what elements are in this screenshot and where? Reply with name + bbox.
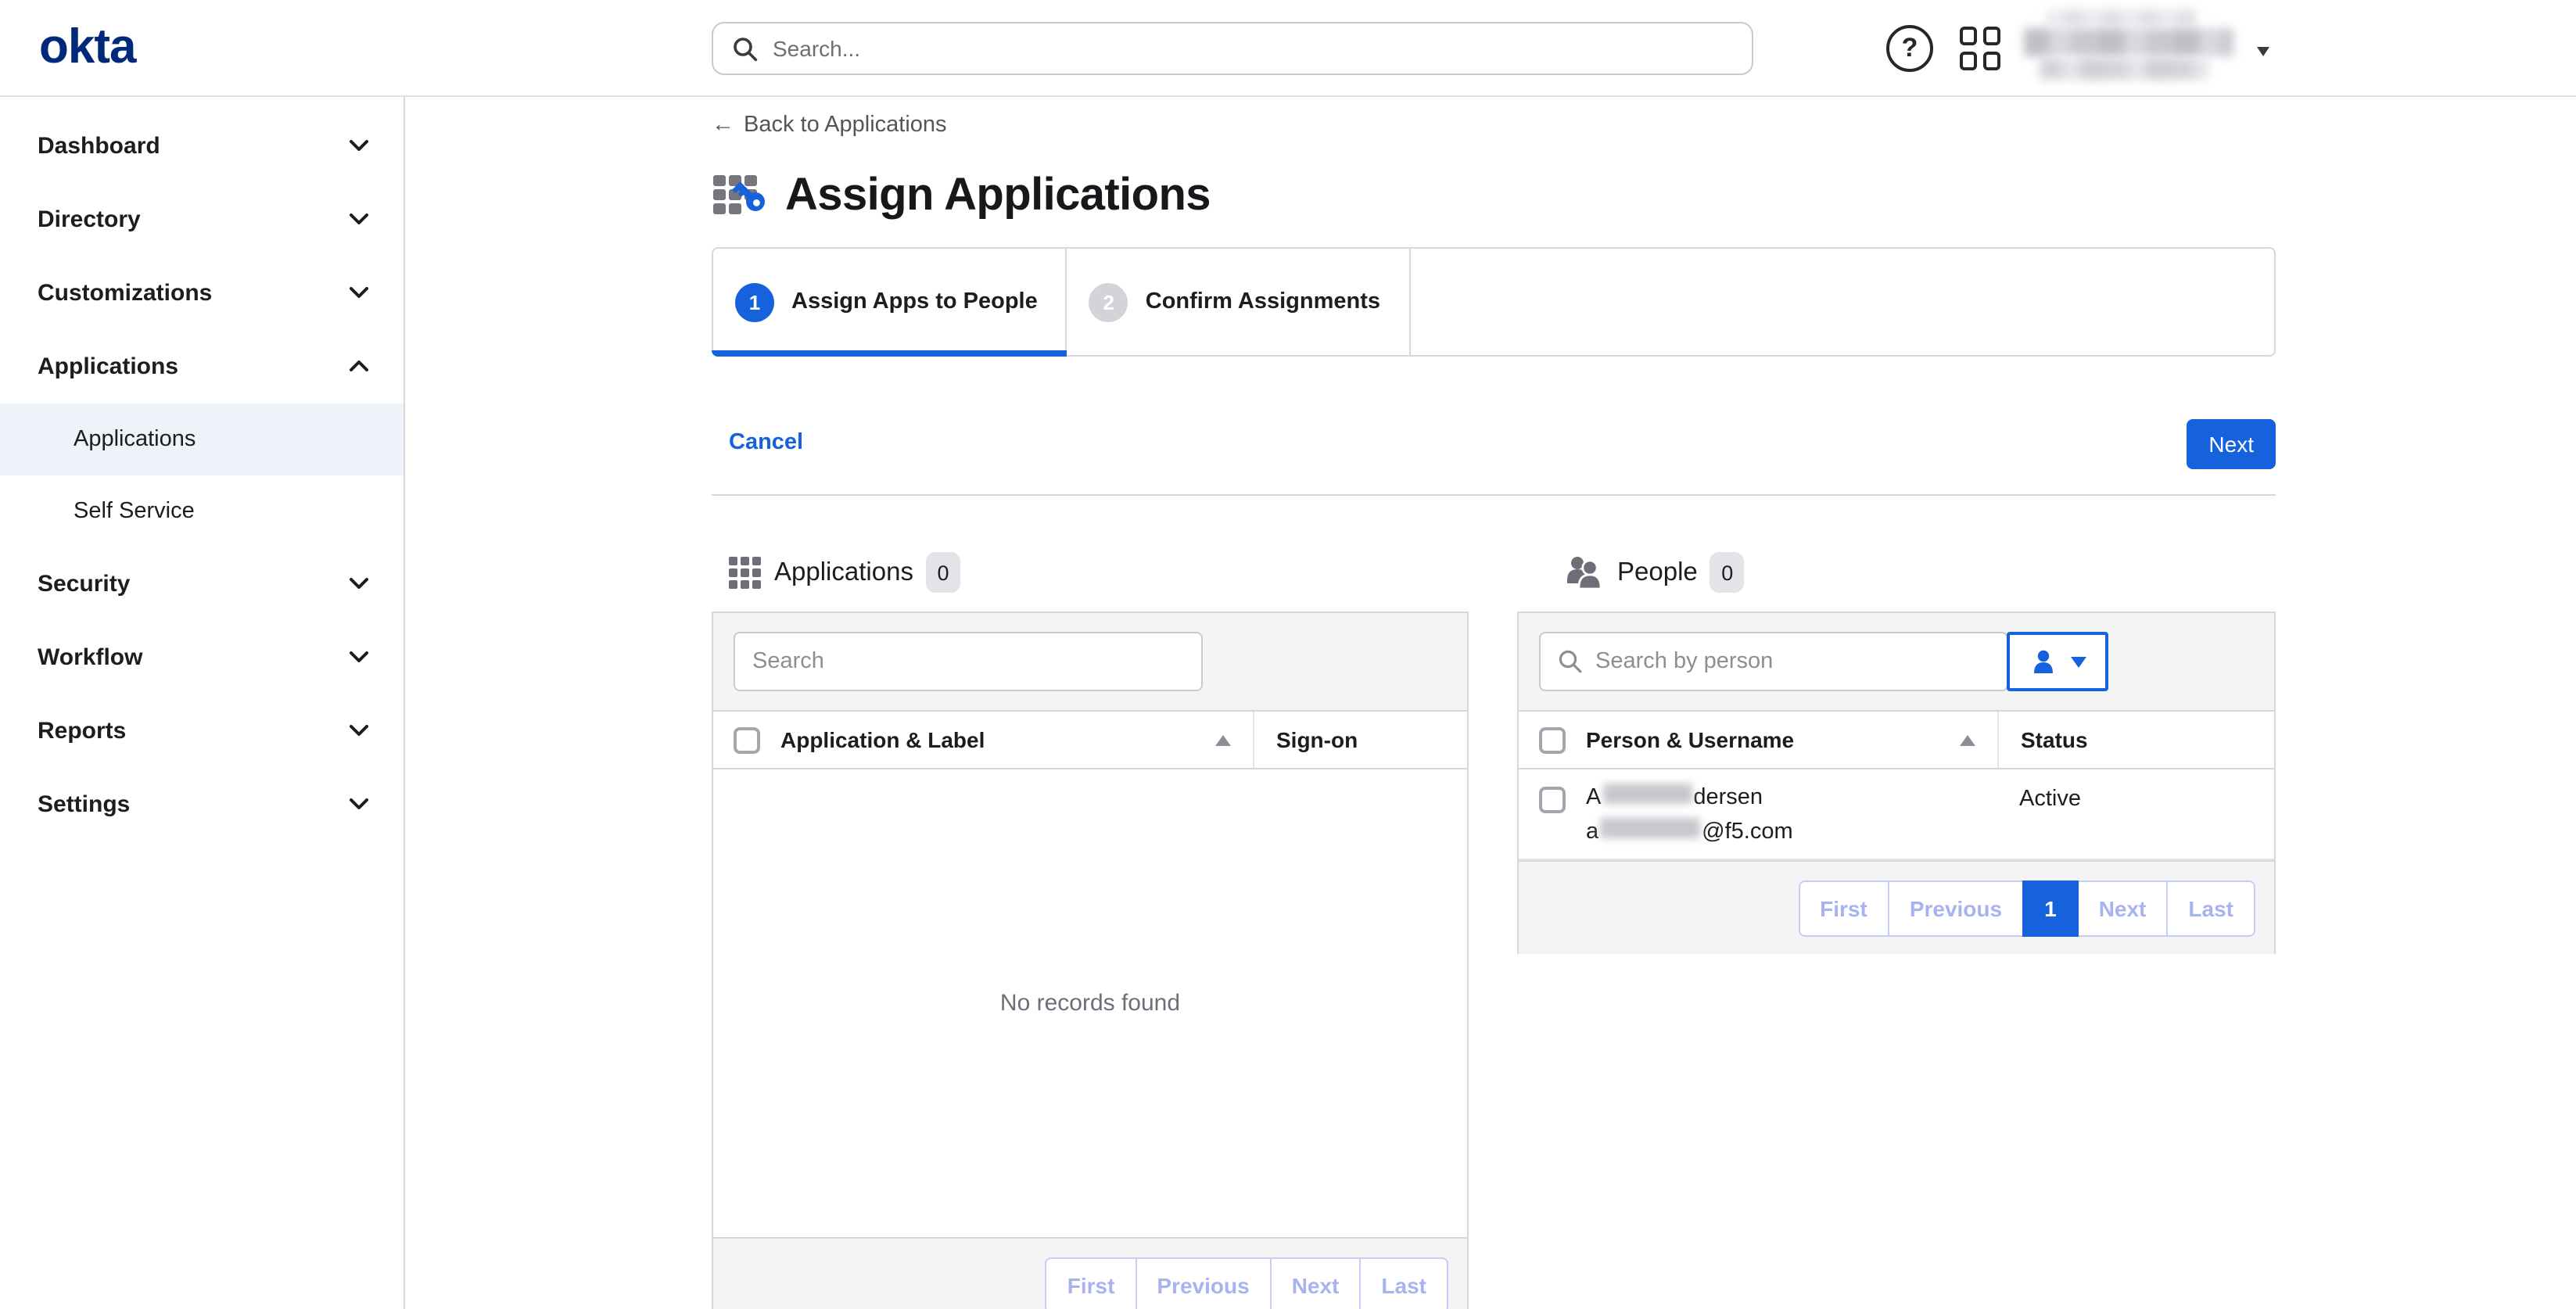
wizard-steps: 1 Assign Apps to People 2 Confirm Assign… (712, 247, 2276, 357)
okta-admin-screen: okta ? Dashboard Directory (0, 0, 2576, 1309)
applications-grid-icon (729, 556, 762, 589)
pagination-last-button[interactable]: Last (2166, 880, 2255, 937)
okta-logo: okta (39, 19, 136, 75)
applications-count-badge: 0 (926, 552, 960, 593)
next-button[interactable]: Next (2187, 419, 2276, 469)
chevron-down-icon (2070, 656, 2086, 667)
applications-empty-state: No records found (713, 769, 1467, 1237)
user-org-blurred (2040, 58, 2208, 80)
applications-panel-header: Applications 0 (729, 552, 960, 593)
person-icon (2029, 648, 2056, 675)
applications-search[interactable] (734, 632, 1203, 691)
pagination-next-button[interactable]: Next (2077, 880, 2169, 937)
sidebar-item-directory[interactable]: Directory (0, 183, 404, 256)
global-search-input[interactable] (773, 36, 1733, 61)
person-status: Active (1997, 769, 2274, 859)
sidebar-item-security[interactable]: Security (0, 547, 404, 621)
help-icon[interactable]: ? (1886, 25, 1933, 72)
assign-applications-icon (712, 167, 771, 224)
applications-table-footer: First Previous Next Last (713, 1237, 1467, 1309)
back-to-applications-link[interactable]: ← Back to Applications (712, 97, 947, 138)
applications-panel-title: Applications (774, 558, 913, 587)
people-panel: Person & Username Status Adersen (1517, 611, 2276, 954)
pagination-first-button[interactable]: First (1798, 880, 1889, 937)
sidebar-item-reports[interactable]: Reports (0, 694, 404, 768)
top-bar: okta ? (0, 0, 2576, 97)
people-search-input[interactable] (1595, 649, 1989, 674)
pagination-previous-button[interactable]: Previous (1135, 1257, 1271, 1309)
chevron-down-icon (349, 577, 369, 591)
select-all-people-checkbox[interactable] (1539, 726, 1566, 753)
page-title-row: Assign Applications (712, 167, 2276, 224)
assignment-panels: Applications 0 Peo (712, 496, 2276, 1309)
chevron-down-icon (349, 139, 369, 153)
chevron-down-icon (349, 651, 369, 665)
person-username: a@f5.com (1586, 815, 1997, 849)
page-title: Assign Applications (785, 170, 1211, 221)
people-panel-header: People 0 (1566, 552, 1745, 593)
blurred-text (1600, 818, 1700, 838)
application-label-column-header[interactable]: Application & Label (780, 727, 1253, 752)
step-assign-apps-to-people[interactable]: 1 Assign Apps to People (713, 249, 1067, 355)
user-account-menu[interactable] (2018, 6, 2271, 91)
pagination-previous-button[interactable]: Previous (1888, 880, 2024, 937)
sidebar-item-customizations[interactable]: Customizations (0, 256, 404, 330)
search-icon (732, 35, 759, 62)
sort-ascending-icon (1960, 734, 1975, 745)
sidebar-item-self-service[interactable]: Self Service (0, 475, 404, 547)
status-value: Active (2019, 787, 2081, 812)
back-arrow-icon: ← (712, 113, 734, 138)
people-count-badge: 0 (1710, 552, 1745, 593)
applications-panel: Application & Label Sign-on No records f… (712, 611, 1469, 1309)
sort-ascending-icon (1215, 734, 1231, 745)
person-row-checkbox[interactable] (1539, 787, 1566, 813)
pagination-current-page[interactable]: 1 (2022, 880, 2079, 937)
people-table-header: Person & Username Status (1519, 712, 2274, 769)
sidebar-item-applications-applications[interactable]: Applications (0, 403, 404, 475)
user-name-blurred (2046, 9, 2196, 27)
people-icon (1566, 555, 1605, 590)
status-column-header: Status (1997, 712, 2274, 768)
select-all-applications-checkbox[interactable] (734, 726, 760, 753)
applications-table-header: Application & Label Sign-on (713, 712, 1467, 769)
main-content: ← Back to Applications (405, 97, 2576, 1309)
applications-search-input[interactable] (752, 649, 1184, 674)
chevron-down-icon (2257, 47, 2269, 56)
app-launcher-icon[interactable] (1960, 27, 2004, 70)
person-name: Adersen (1586, 780, 1997, 815)
sidebar-item-settings[interactable]: Settings (0, 768, 404, 841)
pagination-last-button[interactable]: Last (1359, 1257, 1448, 1309)
pagination-next-button[interactable]: Next (1270, 1257, 1362, 1309)
sidebar-item-workflow[interactable]: Workflow (0, 621, 404, 694)
people-panel-title: People (1617, 558, 1698, 587)
person-filter-dropdown[interactable] (2007, 632, 2108, 691)
chevron-down-icon (349, 213, 369, 227)
people-table-footer: First Previous 1 Next Last (1519, 860, 2274, 954)
chevron-down-icon (349, 724, 369, 738)
person-row: Adersen a@f5.com Active (1519, 769, 2274, 860)
chevron-down-icon (349, 798, 369, 812)
chevron-up-icon (349, 360, 369, 374)
blurred-text (1602, 784, 1692, 804)
sidebar-item-applications[interactable]: Applications (0, 330, 404, 403)
cancel-button[interactable]: Cancel (729, 430, 803, 455)
user-name-blurred (2024, 28, 2233, 56)
chevron-down-icon (349, 286, 369, 300)
people-search-area (1519, 613, 2274, 712)
people-pagination: First Previous 1 Next Last (1798, 880, 2255, 937)
sidebar-nav: Dashboard Directory Customizations Appli… (0, 97, 405, 1309)
sign-on-column-header: Sign-on (1253, 712, 1467, 768)
person-name-cell: Adersen a@f5.com (1586, 769, 1997, 859)
sidebar-item-dashboard[interactable]: Dashboard (0, 109, 404, 183)
step-confirm-assignments[interactable]: 2 Confirm Assignments (1067, 249, 1410, 355)
people-search[interactable] (1539, 632, 2008, 691)
applications-search-area (713, 613, 1467, 712)
applications-pagination: First Previous Next Last (1046, 1257, 1448, 1309)
wizard-actions: Cancel Next (712, 419, 2276, 469)
search-icon (1558, 649, 1583, 674)
global-search[interactable] (712, 22, 1753, 75)
pagination-first-button[interactable]: First (1046, 1257, 1137, 1309)
person-username-column-header[interactable]: Person & Username (1586, 727, 1997, 752)
